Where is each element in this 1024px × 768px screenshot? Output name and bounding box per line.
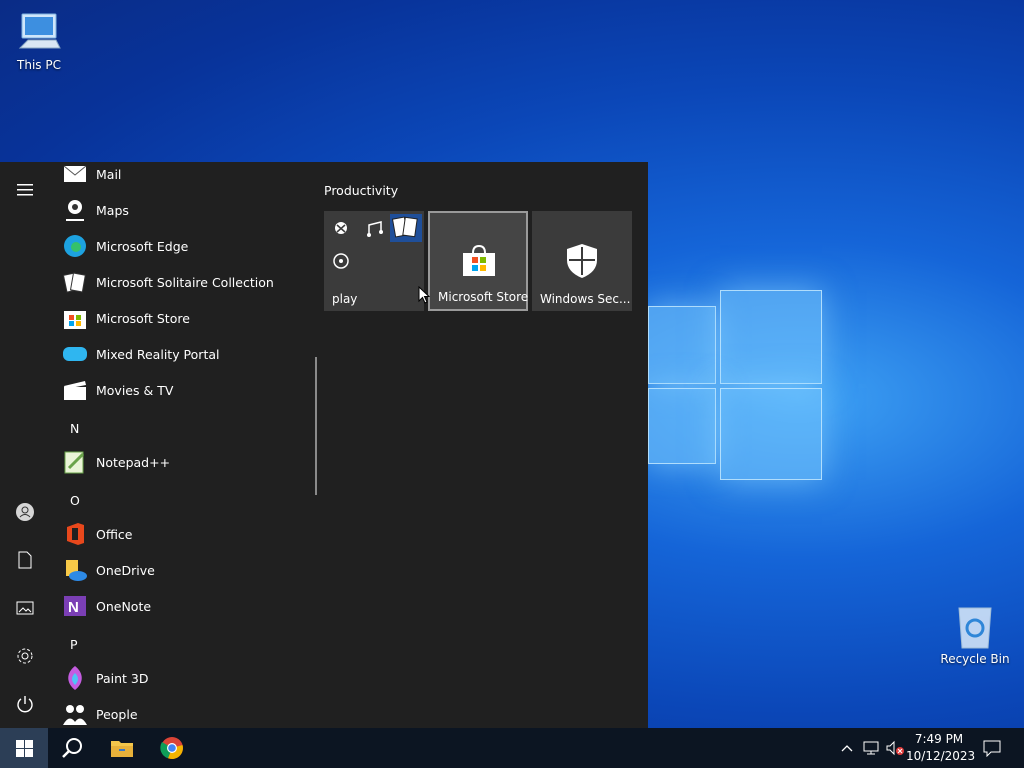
recycle-bin-icon — [958, 607, 992, 649]
chrome-button[interactable] — [148, 728, 196, 768]
action-center-button[interactable] — [978, 728, 1006, 768]
clock-date: 10/12/2023 — [906, 749, 976, 763]
app-office[interactable]: Office — [62, 516, 133, 552]
onenote-icon: N — [62, 593, 88, 619]
wallpaper-windows-logo — [648, 290, 823, 480]
account-button[interactable] — [0, 492, 50, 532]
mouse-cursor-icon — [418, 286, 430, 304]
app-edge[interactable]: Microsoft Edge — [62, 228, 188, 264]
user-icon — [16, 503, 34, 521]
solitaire-tile-icon — [390, 214, 422, 242]
xbox-icon — [335, 222, 347, 234]
app-mail[interactable]: Mail — [62, 162, 121, 192]
onedrive-icon — [62, 557, 88, 583]
picture-icon — [16, 601, 34, 615]
tile-security-label: Windows Sec... — [540, 292, 631, 306]
document-icon — [18, 551, 32, 569]
app-people[interactable]: People — [62, 696, 138, 728]
tile-store-label: Microsoft Store — [438, 290, 529, 304]
tile-play-label: play — [332, 292, 358, 306]
clock[interactable]: 7:49 PM 10/12/2023 — [906, 731, 976, 765]
power-button[interactable] — [0, 684, 50, 724]
gear-icon — [17, 648, 33, 664]
network-button[interactable] — [860, 728, 882, 768]
mail-icon — [62, 162, 88, 187]
volume-button[interactable] — [884, 728, 906, 768]
recycle-bin-desktop-icon[interactable]: Recycle Bin — [938, 602, 1012, 666]
start-menu: Mail Maps Microsoft Edge Microsoft Solit… — [0, 162, 648, 728]
settings-button[interactable] — [0, 636, 50, 676]
shield-icon — [567, 244, 597, 278]
store-bag-icon — [463, 245, 495, 276]
tile-play-folder[interactable]: play — [324, 211, 424, 311]
hamburger-icon — [17, 184, 33, 196]
computer-icon — [18, 13, 61, 49]
letter-header-p[interactable]: P — [70, 637, 78, 652]
windows-icon — [15, 739, 33, 757]
tile-windows-security[interactable]: Windows Sec... — [532, 211, 632, 311]
groove-music-icon — [367, 221, 383, 237]
search-button[interactable] — [48, 728, 96, 768]
office-icon — [62, 521, 88, 547]
solitaire-icon — [62, 269, 88, 295]
app-store[interactable]: Microsoft Store — [62, 300, 190, 336]
app-solitaire[interactable]: Microsoft Solitaire Collection — [62, 264, 274, 300]
maps-icon — [62, 197, 88, 223]
pictures-button[interactable] — [0, 588, 50, 628]
show-hidden-icons-button[interactable] — [838, 728, 856, 768]
app-list: Mail Maps Microsoft Edge Microsoft Solit… — [50, 162, 320, 728]
app-movies[interactable]: Movies & TV — [62, 372, 173, 408]
documents-button[interactable] — [0, 540, 50, 580]
tile-microsoft-store[interactable]: Microsoft Store — [428, 211, 528, 311]
tile-group-title[interactable]: Productivity — [324, 183, 398, 198]
power-icon — [17, 696, 33, 713]
clock-time: 7:49 PM — [914, 732, 964, 746]
letter-header-o[interactable]: O — [70, 493, 80, 508]
mixed-reality-icon — [62, 341, 88, 367]
app-paint3d[interactable]: Paint 3D — [62, 660, 148, 696]
movies-icon — [62, 377, 88, 403]
file-explorer-button[interactable] — [98, 728, 146, 768]
app-notepadpp[interactable]: Notepad++ — [62, 444, 170, 480]
app-maps[interactable]: Maps — [62, 192, 129, 228]
letter-header-n[interactable]: N — [70, 421, 79, 436]
svg-text:N: N — [68, 599, 79, 616]
taskbar: 7:49 PM 10/12/2023 — [0, 728, 1024, 768]
this-pc-desktop-icon[interactable]: This PC — [2, 10, 76, 72]
recycle-bin-label: Recycle Bin — [940, 652, 1010, 666]
expand-button[interactable] — [0, 170, 50, 210]
app-list-scrollbar[interactable] — [315, 357, 317, 495]
paint3d-icon — [62, 665, 88, 691]
app-onedrive[interactable]: OneDrive — [62, 552, 155, 588]
notification-icon — [983, 740, 1001, 757]
search-icon — [62, 738, 82, 758]
volume-muted-icon — [886, 740, 904, 756]
folder-icon — [111, 741, 133, 757]
this-pc-label: This PC — [17, 58, 61, 72]
app-mixed-reality[interactable]: Mixed Reality Portal — [62, 336, 219, 372]
store-icon — [62, 305, 88, 331]
chevron-up-icon — [841, 745, 853, 752]
network-icon — [863, 741, 879, 755]
app-onenote[interactable]: N OneNote — [62, 588, 151, 624]
edge-icon — [62, 233, 88, 259]
start-button[interactable] — [0, 728, 48, 768]
notepadpp-icon — [62, 449, 88, 475]
start-rail — [0, 162, 50, 728]
people-icon — [62, 701, 88, 727]
movies-disc-icon — [333, 253, 349, 269]
chrome-icon — [160, 737, 183, 760]
